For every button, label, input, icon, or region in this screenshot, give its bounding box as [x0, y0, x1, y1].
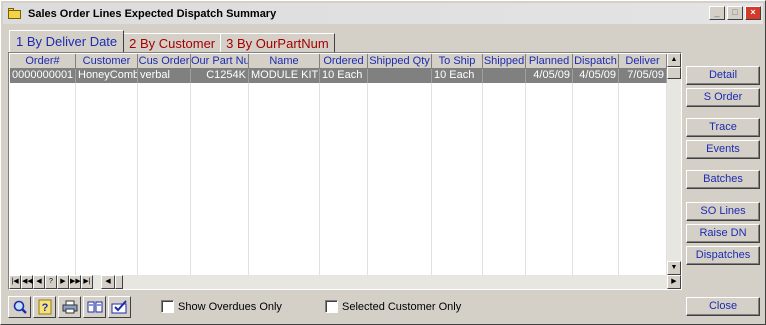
cell-deliver: 7/05/09 — [619, 69, 667, 83]
checkbox-box[interactable] — [161, 300, 174, 313]
col-header-shipped-qty[interactable]: Shipped Qty — [368, 54, 432, 69]
first-record-icon[interactable]: |◀ — [9, 275, 21, 289]
batches-button[interactable]: Batches — [686, 170, 760, 189]
cell-planned: 4/05/09 — [526, 69, 573, 83]
col-header-our-part-num[interactable]: Our Part Num — [191, 54, 249, 69]
columns-icon[interactable] — [83, 296, 106, 318]
dispatches-button[interactable]: Dispatches — [686, 246, 760, 265]
grid-header: Order# Customer Cus Order Our Part Num N… — [10, 54, 667, 69]
horizontal-scroll-thumb[interactable] — [115, 275, 123, 289]
checklist-icon[interactable] — [108, 296, 131, 318]
cell-name: MODULE KIT — [251, 69, 320, 83]
close-button[interactable]: Close — [686, 297, 760, 316]
scroll-left-arrow-icon[interactable]: ◀ — [101, 275, 115, 289]
vertical-scroll-thumb[interactable] — [667, 67, 681, 79]
folder-icon — [7, 7, 23, 21]
search-icon[interactable] — [8, 296, 31, 318]
tab-by-ourpartnum[interactable]: 3 By OurPartNum — [220, 33, 335, 52]
tab-label: 1 By Deliver Date — [16, 34, 118, 49]
show-overdues-only-checkbox[interactable]: Show Overdues Only — [161, 300, 282, 313]
scroll-right-arrow-icon[interactable]: ▶ — [667, 275, 681, 289]
s-order-button[interactable]: S Order — [686, 88, 760, 107]
scroll-up-arrow-icon[interactable]: ▲ — [667, 53, 681, 67]
window-title: Sales Order Lines Expected Dispatch Summ… — [28, 7, 277, 20]
cell-our-part-num: C1254K — [191, 69, 249, 83]
cell-to-ship: 10 Each — [432, 69, 483, 83]
maximize-button[interactable]: □ — [727, 6, 743, 20]
help-icon[interactable]: ? — [45, 275, 57, 289]
next-record-icon[interactable]: ▶ — [57, 275, 69, 289]
selected-customer-only-label: Selected Customer Only — [342, 300, 462, 313]
events-button[interactable]: Events — [686, 140, 760, 159]
orders-grid[interactable]: Order# Customer Cus Order Our Part Num N… — [8, 52, 682, 290]
scroll-down-arrow-icon[interactable]: ▼ — [667, 261, 681, 275]
trace-button[interactable]: Trace — [686, 118, 760, 137]
col-header-ordered[interactable]: Ordered — [320, 54, 368, 69]
last-record-icon[interactable]: ▶| — [81, 275, 93, 289]
prev-page-icon[interactable]: ◀◀ — [21, 275, 33, 289]
col-header-to-ship[interactable]: To Ship — [432, 54, 483, 69]
tab-strip: 1 By Deliver Date 2 By Customer 3 By Our… — [9, 30, 335, 52]
cell-shipped — [483, 69, 526, 83]
col-header-customer[interactable]: Customer — [76, 54, 138, 69]
col-header-shipped[interactable]: Shipped — [483, 54, 526, 69]
tab-label: 3 By OurPartNum — [226, 35, 329, 51]
cell-cus-order: verbal — [138, 69, 191, 83]
col-header-planned[interactable]: Planned — [526, 54, 573, 69]
checkbox-box[interactable] — [325, 300, 338, 313]
raise-dn-button[interactable]: Raise DN — [686, 224, 760, 243]
minimize-button[interactable]: _ — [709, 6, 725, 20]
col-header-deliver[interactable]: Deliver — [619, 54, 667, 69]
cell-ordered: 10 Each — [320, 69, 368, 83]
col-header-dispatch[interactable]: Dispatch — [573, 54, 619, 69]
cell-customer: HoneyComb — [78, 69, 138, 83]
toolbar: ? — [8, 296, 133, 318]
so-lines-button[interactable]: SO Lines — [686, 202, 760, 221]
record-navigator: |◀ ◀◀ ◀ ? ▶ ▶▶ ▶| ◀ ▶ — [9, 275, 681, 289]
show-overdues-only-label: Show Overdues Only — [178, 300, 282, 313]
col-header-cus-order[interactable]: Cus Order — [138, 54, 191, 69]
svg-text:?: ? — [41, 302, 48, 314]
table-row[interactable]: 0000000001 HoneyComb verbal C1254K MODUL… — [10, 69, 667, 83]
close-window-button[interactable]: × — [745, 6, 761, 20]
cell-shipped-qty — [368, 69, 432, 83]
cell-order: 0000000001 — [10, 69, 76, 83]
title-bar: Sales Order Lines Expected Dispatch Summ… — [3, 3, 763, 24]
app-window: Sales Order Lines Expected Dispatch Summ… — [0, 0, 766, 325]
detail-button[interactable]: Detail — [686, 66, 760, 85]
vertical-scrollbar[interactable]: ▲ ▼ — [667, 53, 681, 275]
tab-label: 2 By Customer — [129, 35, 216, 51]
prev-record-icon[interactable]: ◀ — [33, 275, 45, 289]
selected-customer-only-checkbox[interactable]: Selected Customer Only — [325, 300, 461, 313]
col-header-order[interactable]: Order# — [10, 54, 76, 69]
tab-by-customer[interactable]: 2 By Customer — [123, 33, 222, 52]
print-icon[interactable] — [58, 296, 81, 318]
help-icon[interactable]: ? — [33, 296, 56, 318]
next-page-icon[interactable]: ▶▶ — [69, 275, 81, 289]
tab-by-deliver-date[interactable]: 1 By Deliver Date — [9, 30, 125, 52]
grid-body — [10, 83, 667, 275]
col-header-name[interactable]: Name — [249, 54, 320, 69]
cell-dispatch: 4/05/09 — [573, 69, 619, 83]
